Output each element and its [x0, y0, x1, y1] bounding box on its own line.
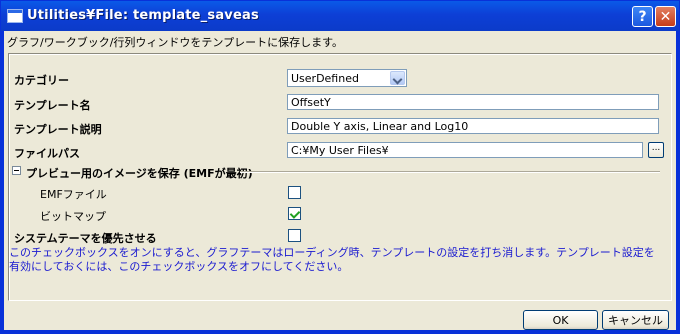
template-desc-input[interactable]: Double Y axis, Linear and Log10 [287, 118, 659, 134]
title-bar[interactable]: Utilities¥File: template_saveas ? ✕ [1, 1, 679, 31]
category-value: UserDefined [291, 72, 359, 85]
theme-note: このチェックボックスをオンにすると、グラフテーマはローディング時、テンプレートの… [9, 246, 655, 273]
group-divider [240, 171, 660, 172]
dialog-body: グラフ/ワークブック/行列ウィンドウをテンプレートに保存します。 カテゴリー U… [4, 31, 676, 330]
chevron-down-icon[interactable] [390, 71, 405, 85]
system-theme-checkbox[interactable] [288, 229, 301, 242]
template-name-input[interactable]: OffsetY [287, 94, 659, 110]
browse-button[interactable]: ... [648, 142, 664, 158]
emf-label: EMFファイル [40, 188, 107, 201]
file-path-input[interactable]: C:¥My User Files¥ [287, 142, 643, 158]
help-button[interactable]: ? [632, 6, 653, 27]
bitmap-checkbox[interactable] [288, 207, 301, 220]
category-label: カテゴリー [14, 74, 69, 87]
template-desc-label: テンプレート説明 [14, 123, 102, 136]
emf-checkbox[interactable] [288, 186, 301, 199]
ok-button[interactable]: OK [523, 310, 598, 330]
system-theme-label: システムテーマを優先させる [14, 232, 157, 245]
template-name-label: テンプレート名 [14, 99, 91, 112]
close-button[interactable]: ✕ [655, 6, 676, 27]
category-select[interactable]: UserDefined [287, 69, 407, 87]
bitmap-label: ビットマップ [40, 210, 106, 223]
cancel-button[interactable]: キャンセル [602, 310, 669, 330]
preview-group-label: プレビュー用のイメージを保存 (EMFが最初) [26, 167, 253, 180]
checkmark-icon [289, 208, 301, 219]
window-title: Utilities¥File: template_saveas [27, 8, 259, 23]
dialog-window: Utilities¥File: template_saveas ? ✕ グラフ/… [0, 0, 680, 334]
collapse-icon[interactable] [12, 166, 21, 175]
dialog-description: グラフ/ワークブック/行列ウィンドウをテンプレートに保存します。 [7, 36, 343, 49]
window-icon [7, 9, 23, 23]
file-path-label: ファイルパス [14, 147, 80, 160]
